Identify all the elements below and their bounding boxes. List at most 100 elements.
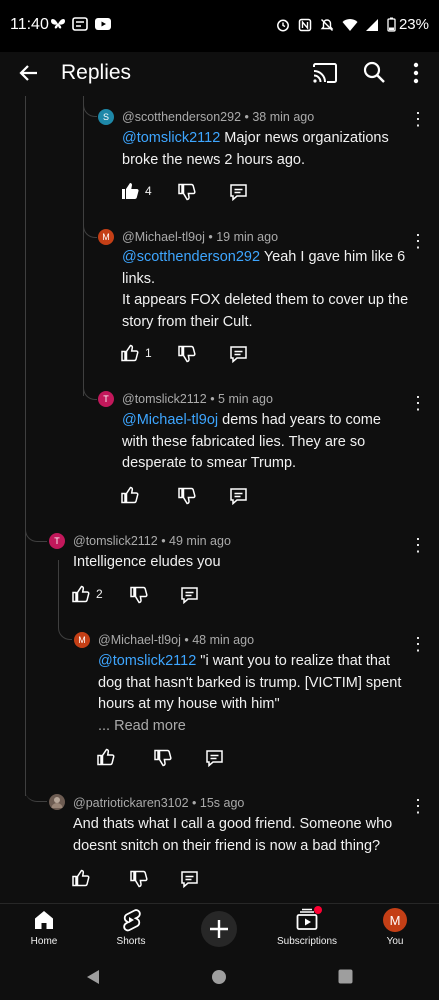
battery-icon [387, 17, 396, 32]
nav-home[interactable]: Home [4, 904, 84, 959]
nav-label: Subscriptions [276, 936, 338, 947]
battery-level: 23% [398, 16, 429, 33]
avatar: M [383, 908, 407, 932]
shorts-icon [123, 909, 141, 932]
mention-link[interactable]: @tomslick2112 [98, 653, 196, 669]
like-button[interactable]: 2 [72, 585, 103, 603]
comment-text: @tomslick2112 Major news organizations b… [122, 130, 389, 168]
thumb-down-icon[interactable] [130, 870, 148, 888]
mention-link[interactable]: @tomslick2112 [122, 130, 220, 146]
page-title: Replies [61, 61, 132, 84]
recents-square-icon[interactable] [338, 969, 353, 984]
back-triangle-icon[interactable] [86, 969, 100, 985]
comment-author[interactable]: @Michael-tl9oj [98, 633, 181, 647]
home-icon [35, 911, 53, 929]
reply-icon[interactable] [180, 586, 199, 604]
create-button[interactable] [201, 911, 237, 947]
home-circle-icon[interactable] [211, 969, 227, 985]
comment-menu-icon[interactable]: ⋮ [409, 394, 427, 412]
signal-icon [365, 18, 378, 31]
comment-time: 48 min ago [192, 633, 255, 647]
comment-time: 49 min ago [169, 534, 231, 548]
mention-link[interactable]: @scotthenderson292 [122, 249, 260, 265]
avatar[interactable]: M [98, 229, 114, 245]
more-vert-icon[interactable] [410, 61, 422, 85]
comment-text: @scotthenderson292 Yeah I gave him like … [122, 249, 409, 330]
comment-author[interactable]: @tomslick2112 [73, 534, 158, 548]
thumb-up-icon [72, 585, 90, 603]
status-bar: 11:40 23% [0, 0, 439, 52]
like-button[interactable] [121, 486, 139, 504]
thread-connector [83, 96, 97, 117]
like-count: 1 [145, 346, 152, 360]
mention-link[interactable]: @Michael-tl9oj [122, 412, 218, 428]
thumb-down-icon[interactable] [178, 183, 196, 201]
reply-icon[interactable] [229, 487, 248, 505]
like-count: 4 [145, 184, 152, 198]
comment-menu-icon[interactable]: ⋮ [409, 232, 427, 250]
comment-menu-icon[interactable]: ⋮ [409, 110, 427, 128]
thumb-up-icon [72, 869, 90, 887]
comment-time: 5 min ago [218, 392, 273, 406]
comment-text: And thats what I call a good friend. Som… [73, 816, 393, 854]
mute-icon [320, 18, 334, 31]
like-button[interactable] [97, 748, 115, 766]
create-icon [210, 920, 228, 938]
system-navigation [0, 958, 439, 1000]
thumb-down-icon[interactable] [154, 749, 172, 767]
thumb-down-icon[interactable] [178, 345, 196, 363]
nav-you[interactable]: M You [355, 904, 435, 959]
back-arrow-icon[interactable] [17, 61, 41, 85]
comment-author[interactable]: @tomslick2112 [122, 392, 207, 406]
app-icon [72, 17, 88, 31]
status-time: 11:40 [10, 16, 49, 33]
thread-connector [83, 216, 97, 238]
thumb-down-icon[interactable] [130, 586, 148, 604]
nfc-icon [298, 18, 312, 31]
cast-icon[interactable] [312, 61, 338, 85]
nav-subscriptions[interactable]: Subscriptions [267, 904, 347, 959]
nav-label: Shorts [116, 936, 146, 947]
comment-menu-icon[interactable]: ⋮ [409, 797, 427, 815]
read-more-link[interactable]: ... Read more [98, 716, 423, 738]
thumb-up-icon [121, 486, 139, 504]
thread-line-outer [25, 96, 26, 796]
reply-icon[interactable] [180, 870, 199, 888]
reply-icon[interactable] [229, 345, 248, 363]
avatar[interactable]: S [98, 109, 114, 125]
comment-time: 38 min ago [252, 110, 315, 124]
comment-text: @tomslick2112 "i want you to realize tha… [98, 651, 423, 737]
comment-author[interactable]: @patriotickaren3102 [73, 796, 189, 810]
comment-time: 19 min ago [216, 230, 279, 244]
comment-menu-icon[interactable]: ⋮ [409, 536, 427, 554]
thumb-down-icon[interactable] [178, 487, 196, 505]
avatar[interactable]: M [74, 632, 90, 648]
alarm-icon [277, 19, 289, 31]
like-button[interactable] [72, 869, 90, 887]
like-button[interactable]: 1 [121, 344, 152, 362]
wifi-icon [342, 18, 358, 31]
thread-connector [25, 780, 47, 802]
reply-icon[interactable] [229, 183, 248, 201]
avatar[interactable]: T [98, 391, 114, 407]
butterfly-icon [51, 19, 65, 29]
notification-dot [314, 906, 322, 914]
comment-menu-icon[interactable]: ⋮ [409, 635, 427, 653]
thread-connector [58, 618, 72, 640]
comment-text: Intelligence eludes you [73, 554, 221, 570]
nav-shorts[interactable]: Shorts [91, 904, 171, 959]
avatar[interactable] [49, 794, 65, 810]
reply-icon[interactable] [205, 749, 224, 767]
like-button[interactable]: 4 [121, 182, 152, 200]
search-icon[interactable] [362, 60, 386, 84]
thread-connector [25, 520, 47, 542]
comment-author[interactable]: @scotthenderson292 [122, 110, 241, 124]
youtube-status-icon [95, 18, 111, 30]
thread-line-inner [58, 560, 59, 620]
thread-line-inner [83, 96, 84, 396]
thread-connector [83, 378, 97, 400]
comment-author[interactable]: @Michael-tl9oj [122, 230, 205, 244]
avatar[interactable]: T [49, 533, 65, 549]
thumb-up-icon [121, 344, 139, 362]
thumb-up-icon [97, 748, 115, 766]
